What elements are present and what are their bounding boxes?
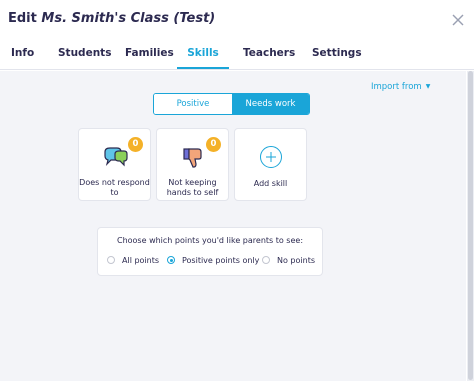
skill-card[interactable]: 0 Not keeping hands to self: [156, 128, 229, 201]
thumbs-down-icon: [183, 148, 202, 168]
title-prefix: Edit: [8, 11, 37, 26]
skill-card[interactable]: 0 Does not respond to: [78, 128, 151, 201]
plus-circle-icon: [260, 146, 282, 168]
positive-toggle[interactable]: Positive: [154, 94, 232, 114]
speech-bubbles-icon: [104, 147, 128, 167]
import-from-link[interactable]: Import from ▼: [371, 82, 430, 92]
skill-label: Does not respond to: [79, 178, 150, 197]
skill-count-badge: 0: [206, 137, 221, 152]
tab-skills[interactable]: Skills: [177, 38, 229, 69]
parent-visibility-panel: Choose which points you'd like parents t…: [97, 227, 323, 276]
needs-work-toggle[interactable]: Needs work: [232, 94, 309, 114]
caret-down-icon: ▼: [425, 83, 431, 90]
radio-label: No points: [277, 256, 315, 265]
skill-count-badge: 0: [128, 137, 143, 152]
close-icon[interactable]: [451, 13, 465, 27]
tab-bar: Info Students Families Skills Teachers S…: [0, 38, 474, 70]
skill-label: Not keeping hands to self: [166, 178, 219, 197]
skills-content: [0, 71, 466, 381]
scrollbar[interactable]: [467, 71, 474, 381]
radio-label: All points: [122, 256, 160, 265]
add-skill-card[interactable]: Add skill: [234, 128, 307, 201]
radio-button[interactable]: [107, 256, 115, 264]
radio-button-selected[interactable]: [167, 256, 175, 264]
class-name: Ms. Smith's Class (Test): [41, 11, 216, 26]
tab-families[interactable]: Families: [125, 38, 174, 69]
modal-header: Edit Ms. Smith's Class (Test): [0, 0, 474, 38]
radio-button[interactable]: [262, 256, 270, 264]
scrollbar-thumb[interactable]: [468, 71, 473, 380]
tab-settings[interactable]: Settings: [312, 38, 362, 69]
tab-students[interactable]: Students: [58, 38, 111, 69]
radio-label: Positive points only: [182, 256, 260, 265]
parent-visibility-prompt: Choose which points you'd like parents t…: [116, 236, 304, 245]
import-from-label: Import from: [371, 82, 422, 92]
skill-type-toggle: Positive Needs work: [153, 93, 310, 115]
tab-info[interactable]: Info: [11, 38, 34, 69]
tab-teachers[interactable]: Teachers: [243, 38, 295, 69]
add-skill-label: Add skill: [253, 179, 288, 188]
modal-title: Edit Ms. Smith's Class (Test): [8, 11, 215, 26]
